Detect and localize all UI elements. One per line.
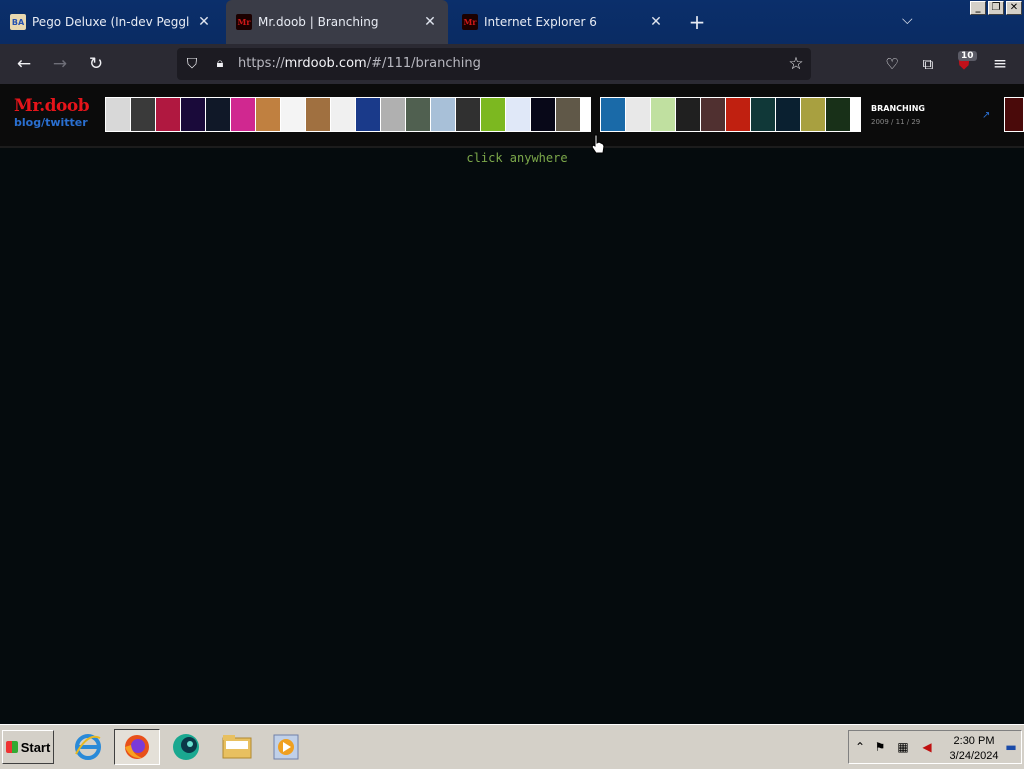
- extensions-icon[interactable]: ⧉: [916, 52, 940, 76]
- demo-thumbnail[interactable]: [481, 98, 505, 131]
- folder-icon[interactable]: [219, 729, 255, 765]
- demo-thumbnail[interactable]: [506, 98, 530, 131]
- clock-time: 2:30 PM: [953, 735, 995, 747]
- demo-thumbnail[interactable]: [256, 98, 280, 131]
- menu-icon[interactable]: ≡: [988, 52, 1012, 76]
- demo-thumbnail[interactable]: [381, 98, 405, 131]
- close-icon[interactable]: ✕: [196, 14, 212, 30]
- demo-title: BRANCHING: [871, 104, 925, 113]
- close-window-button[interactable]: ✕: [1006, 1, 1022, 15]
- taskbar: Start ⌃ ⚑ ▦ ◀ 2:30 PM 3/24/2024 ▬: [0, 724, 1024, 769]
- window-controls: _ ❐ ✕: [970, 1, 1022, 15]
- demo-thumbnail[interactable]: [356, 98, 380, 131]
- clock-date: 3/24/2024: [949, 750, 999, 762]
- demo-thumbnail[interactable]: [776, 98, 800, 131]
- media-player-icon[interactable]: [268, 729, 304, 765]
- demo-thumbnail[interactable]: [306, 98, 330, 131]
- extension-badge: 10: [958, 51, 977, 61]
- tab-bar: BA Pego Deluxe (In-dev Peggle Deluxe ✕ M…: [0, 0, 1024, 44]
- demo-thumbnail[interactable]: [281, 98, 305, 131]
- demo-thumbnail[interactable]: [751, 98, 775, 131]
- demo-thumbnail[interactable]: [726, 98, 750, 131]
- demo-thumbnail[interactable]: [1004, 97, 1024, 132]
- new-tab-button[interactable]: +: [686, 11, 708, 33]
- demo-thumbnail[interactable]: [601, 98, 625, 131]
- demo-thumbnail[interactable]: [431, 98, 455, 131]
- site-logo[interactable]: Mr.doob blog/twitter: [14, 96, 90, 129]
- nav-bar: ← → ↻ ⛉ 🔒︎ https://mrdoob.com/#/111/bran…: [0, 44, 1024, 84]
- demo-thumbnail[interactable]: [406, 98, 430, 131]
- demo-thumbnail[interactable]: [626, 98, 650, 131]
- clock[interactable]: 2:30 PM 3/24/2024: [947, 734, 1001, 764]
- reload-button[interactable]: ↻: [84, 52, 108, 76]
- external-link-icon[interactable]: ↗: [982, 110, 990, 121]
- demo-thumbnail[interactable]: [651, 98, 675, 131]
- system-tray: ⌃ ⚑ ▦ ◀ 2:30 PM 3/24/2024 ▬: [848, 730, 1022, 764]
- forward-button[interactable]: →: [48, 52, 72, 76]
- close-icon[interactable]: ✕: [648, 14, 664, 30]
- demo-thumbnail[interactable]: [531, 98, 555, 131]
- demo-thumbnail-strip: [600, 97, 861, 132]
- logo-name: Mr.doob: [14, 96, 90, 116]
- demo-thumbnail[interactable]: [131, 98, 155, 131]
- desktop-icon[interactable]: ▬: [1003, 739, 1019, 755]
- pego-favicon-icon: BA: [10, 14, 26, 30]
- chevron-down-icon[interactable]: ⌵: [902, 12, 913, 28]
- tray-expand-icon[interactable]: ⌃: [852, 739, 868, 755]
- mrdoob-favicon-icon: Mr: [462, 14, 478, 30]
- back-button[interactable]: ←: [12, 52, 36, 76]
- tab-title: Internet Explorer 6: [484, 15, 597, 29]
- demo-thumbnail[interactable]: [206, 98, 230, 131]
- browser-app-icon[interactable]: [168, 729, 204, 765]
- lock-icon[interactable]: 🔒︎: [208, 52, 232, 76]
- demo-thumbnail-strip: [105, 97, 591, 132]
- demo-thumbnail[interactable]: [106, 98, 130, 131]
- demo-thumbnail[interactable]: [556, 98, 580, 131]
- windows-flag-icon: [5, 741, 18, 753]
- demo-date: 2009 / 11 / 29: [871, 118, 921, 126]
- demo-thumbnail[interactable]: [801, 98, 825, 131]
- minimize-button[interactable]: _: [970, 1, 986, 15]
- restore-button[interactable]: ❐: [988, 1, 1004, 15]
- pocket-icon[interactable]: ♡: [880, 52, 904, 76]
- star-icon[interactable]: ☆: [784, 52, 808, 76]
- demo-thumbnail[interactable]: [456, 98, 480, 131]
- shield-icon[interactable]: ⛉: [180, 52, 204, 76]
- demo-thumbnail[interactable]: [156, 98, 180, 131]
- mrdoob-favicon-icon: Mr: [236, 14, 252, 30]
- demo-thumbnail[interactable]: [701, 98, 725, 131]
- volume-muted-icon[interactable]: ◀: [919, 739, 935, 755]
- internet-explorer-icon[interactable]: [70, 729, 106, 765]
- demo-thumbnail[interactable]: [331, 98, 355, 131]
- start-button[interactable]: Start: [2, 730, 54, 764]
- tab-pego[interactable]: BA Pego Deluxe (In-dev Peggle Deluxe ✕: [0, 0, 222, 44]
- logo-sub-link[interactable]: blog/twitter: [14, 117, 89, 128]
- flag-icon[interactable]: ⚑: [872, 739, 888, 755]
- click-hint: click anywhere: [466, 151, 568, 165]
- demo-thumbnail[interactable]: [676, 98, 700, 131]
- demo-thumbnail[interactable]: [181, 98, 205, 131]
- demo-canvas[interactable]: click anywhere: [0, 148, 1024, 724]
- close-icon[interactable]: ✕: [422, 14, 438, 30]
- site-header: Mr.doob blog/twitter BRANCHING 2009 / 11…: [0, 84, 1024, 148]
- tab-title: Pego Deluxe (In-dev Peggle Deluxe: [32, 15, 190, 29]
- demo-thumbnail[interactable]: [231, 98, 255, 131]
- network-icon[interactable]: ▦: [895, 739, 911, 755]
- address-bar[interactable]: ⛉ 🔒︎ https://mrdoob.com/#/111/branching …: [177, 48, 811, 80]
- tab-mrdoob[interactable]: Mr Mr.doob | Branching ✕: [226, 0, 448, 44]
- hand-cursor-icon: [591, 134, 605, 154]
- demo-thumbnail[interactable]: [826, 98, 850, 131]
- tab-title: Mr.doob | Branching: [258, 15, 379, 29]
- url-text[interactable]: https://mrdoob.com/#/111/branching: [238, 56, 481, 71]
- firefox-icon[interactable]: [114, 729, 160, 765]
- tab-ie6[interactable]: Mr Internet Explorer 6 ✕: [452, 0, 674, 44]
- start-label: Start: [20, 739, 51, 755]
